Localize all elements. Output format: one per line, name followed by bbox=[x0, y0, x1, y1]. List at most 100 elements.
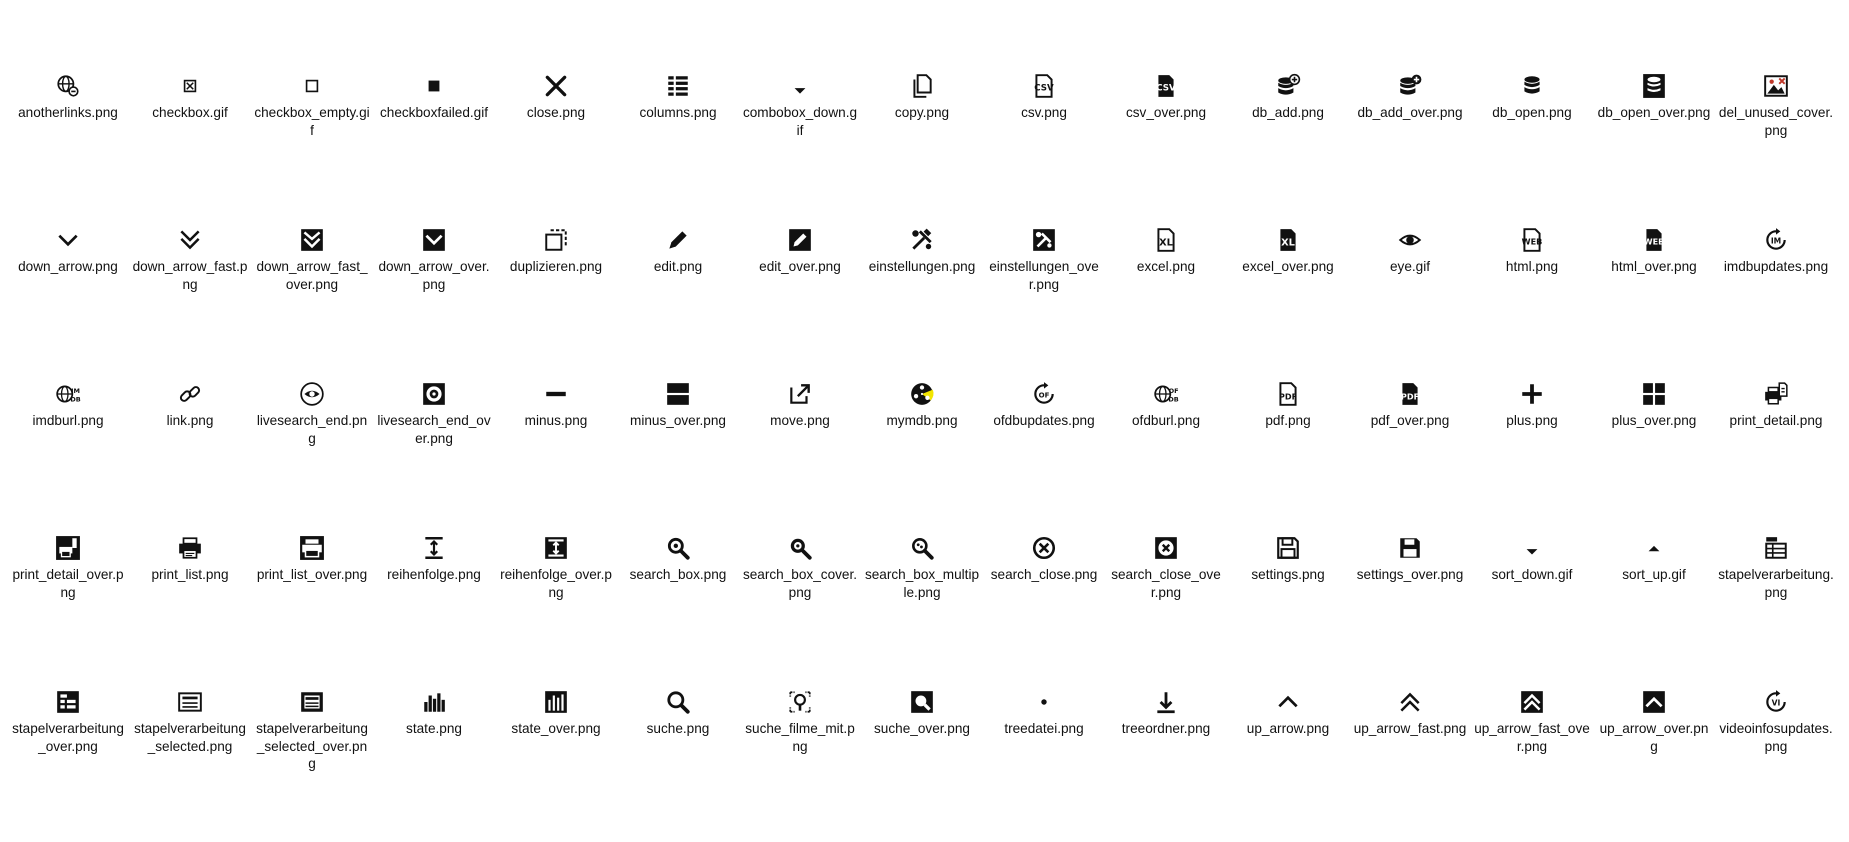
tree-file-icon bbox=[1030, 688, 1058, 716]
file-item[interactable]: anotherlinks.png bbox=[7, 72, 129, 226]
file-name-label: search_close_over.png bbox=[1111, 567, 1221, 600]
file-name-label: search_box.png bbox=[629, 567, 727, 582]
file-item[interactable]: eye.gif bbox=[1349, 226, 1471, 380]
file-item[interactable]: link.png bbox=[129, 380, 251, 534]
file-name-label: search_close.png bbox=[990, 567, 1098, 582]
file-item[interactable]: search_box.png bbox=[617, 534, 739, 688]
file-item[interactable]: down_arrow_fast.png bbox=[129, 226, 251, 380]
file-item[interactable]: plus_over.png bbox=[1593, 380, 1715, 534]
copy-icon bbox=[908, 72, 936, 100]
file-item[interactable]: PDF pdf_over.png bbox=[1349, 380, 1471, 534]
file-item[interactable]: stapelverarbeitung.png bbox=[1715, 534, 1837, 688]
file-name-label: db_open.png bbox=[1492, 105, 1572, 120]
file-name-label: minus_over.png bbox=[630, 413, 726, 428]
file-item[interactable]: stapelverarbeitung_selected_over.png bbox=[251, 688, 373, 842]
file-item[interactable]: reihenfolge_over.png bbox=[495, 534, 617, 688]
file-item[interactable]: checkboxfailed.gif bbox=[373, 72, 495, 226]
file-item[interactable]: db_open_over.png bbox=[1593, 72, 1715, 226]
file-item[interactable]: search_close.png bbox=[983, 534, 1105, 688]
file-item[interactable]: stapelverarbeitung_selected.png bbox=[129, 688, 251, 842]
file-item[interactable]: OF DB ofdburl.png bbox=[1105, 380, 1227, 534]
file-item[interactable]: livesearch_end.png bbox=[251, 380, 373, 534]
svg-text:DB: DB bbox=[70, 396, 80, 404]
file-item[interactable]: stapelverarbeitung_over.png bbox=[7, 688, 129, 842]
checkbox-checked-icon bbox=[176, 72, 204, 100]
file-item[interactable]: down_arrow_fast_over.png bbox=[251, 226, 373, 380]
file-item[interactable]: down_arrow.png bbox=[7, 226, 129, 380]
file-item[interactable]: VI videoinfosupdates.png bbox=[1715, 688, 1837, 842]
file-item[interactable]: up_arrow_fast.png bbox=[1349, 688, 1471, 842]
svg-text:DB: DB bbox=[1168, 396, 1178, 404]
file-item[interactable]: columns.png bbox=[617, 72, 739, 226]
file-item[interactable]: PDF pdf.png bbox=[1227, 380, 1349, 534]
file-item[interactable]: CSV csv_over.png bbox=[1105, 72, 1227, 226]
file-item[interactable]: up_arrow.png bbox=[1227, 688, 1349, 842]
file-name-label: suche_over.png bbox=[874, 721, 970, 736]
printer-icon bbox=[176, 534, 204, 562]
file-item[interactable]: reihenfolge.png bbox=[373, 534, 495, 688]
file-item[interactable]: minus.png bbox=[495, 380, 617, 534]
file-item[interactable]: settings_over.png bbox=[1349, 534, 1471, 688]
file-item[interactable]: up_arrow_over.png bbox=[1593, 688, 1715, 842]
file-item[interactable]: print_detail_over.png bbox=[7, 534, 129, 688]
file-name-label: ofdburl.png bbox=[1131, 413, 1201, 428]
file-item[interactable]: db_add.png bbox=[1227, 72, 1349, 226]
file-item[interactable]: search_close_over.png bbox=[1105, 534, 1227, 688]
pdf-icon: PDF bbox=[1274, 380, 1302, 408]
file-item[interactable]: plus.png bbox=[1471, 380, 1593, 534]
file-item[interactable]: search_box_cover.png bbox=[739, 534, 861, 688]
ofdb-update-icon: OF bbox=[1030, 380, 1058, 408]
file-item[interactable]: copy.png bbox=[861, 72, 983, 226]
file-name-label: print_list.png bbox=[151, 567, 229, 582]
file-item[interactable]: treeordner.png bbox=[1105, 688, 1227, 842]
file-item[interactable]: suche_filme_mit.png bbox=[739, 688, 861, 842]
file-item[interactable]: minus_over.png bbox=[617, 380, 739, 534]
file-item[interactable]: edit_over.png bbox=[739, 226, 861, 380]
file-item[interactable]: settings.png bbox=[1227, 534, 1349, 688]
file-item[interactable]: duplizieren.png bbox=[495, 226, 617, 380]
file-name-label: settings_over.png bbox=[1356, 567, 1464, 582]
file-item[interactable]: state.png bbox=[373, 688, 495, 842]
file-item[interactable]: edit.png bbox=[617, 226, 739, 380]
batch-filled-icon bbox=[54, 688, 82, 716]
file-item[interactable]: print_list_over.png bbox=[251, 534, 373, 688]
file-item[interactable]: XL excel.png bbox=[1105, 226, 1227, 380]
file-item[interactable]: db_add_over.png bbox=[1349, 72, 1471, 226]
file-item[interactable]: livesearch_end_over.png bbox=[373, 380, 495, 534]
file-name-label: link.png bbox=[166, 413, 214, 428]
file-item[interactable]: combobox_down.gif bbox=[739, 72, 861, 226]
file-item[interactable]: einstellungen_over.png bbox=[983, 226, 1105, 380]
file-name-label: videoinfosupdates.png bbox=[1719, 721, 1833, 754]
file-item[interactable]: IM DB imdburl.png bbox=[7, 380, 129, 534]
file-item[interactable]: print_list.png bbox=[129, 534, 251, 688]
file-item[interactable]: sort_down.gif bbox=[1471, 534, 1593, 688]
file-item[interactable]: search_box_multiple.png bbox=[861, 534, 983, 688]
file-item[interactable]: down_arrow_over.png bbox=[373, 226, 495, 380]
file-item[interactable]: state_over.png bbox=[495, 688, 617, 842]
file-item[interactable]: suche_over.png bbox=[861, 688, 983, 842]
file-item[interactable]: up_arrow_fast_over.png bbox=[1471, 688, 1593, 842]
file-item[interactable]: del_unused_cover.png bbox=[1715, 72, 1837, 226]
file-item[interactable]: checkbox_empty.gif bbox=[251, 72, 373, 226]
file-item[interactable]: XL excel_over.png bbox=[1227, 226, 1349, 380]
file-item[interactable]: IM imdbupdates.png bbox=[1715, 226, 1837, 380]
file-item[interactable]: db_open.png bbox=[1471, 72, 1593, 226]
file-item[interactable]: print_detail.png bbox=[1715, 380, 1837, 534]
link-icon bbox=[176, 380, 204, 408]
file-item[interactable]: WEB html_over.png bbox=[1593, 226, 1715, 380]
file-item[interactable]: move.png bbox=[739, 380, 861, 534]
file-item[interactable]: suche.png bbox=[617, 688, 739, 842]
file-item[interactable]: sort_up.gif bbox=[1593, 534, 1715, 688]
file-name-label: plus.png bbox=[1506, 413, 1558, 428]
file-name-label: print_detail.png bbox=[1729, 413, 1823, 428]
file-item[interactable]: einstellungen.png bbox=[861, 226, 983, 380]
file-name-label: checkbox.gif bbox=[152, 105, 228, 120]
file-item[interactable]: close.png bbox=[495, 72, 617, 226]
file-item[interactable]: WEB html.png bbox=[1471, 226, 1593, 380]
file-name-label: imdbupdates.png bbox=[1723, 259, 1829, 274]
file-item[interactable]: treedatei.png bbox=[983, 688, 1105, 842]
file-item[interactable]: mymdb.png bbox=[861, 380, 983, 534]
file-item[interactable]: checkbox.gif bbox=[129, 72, 251, 226]
file-item[interactable]: CSV csv.png bbox=[983, 72, 1105, 226]
file-item[interactable]: OF ofdbupdates.png bbox=[983, 380, 1105, 534]
